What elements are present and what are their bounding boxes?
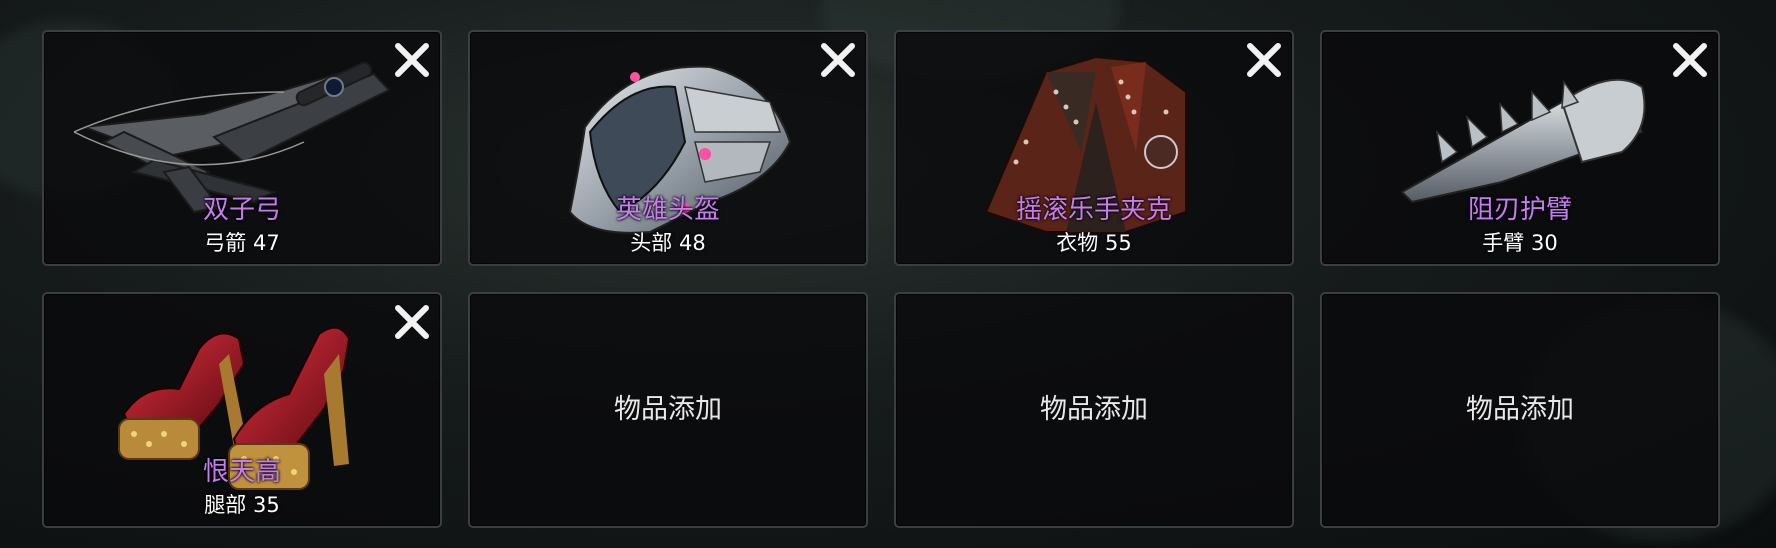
add-item-label: 物品添加 [1040,394,1148,425]
item-slot-helmet[interactable]: 英雄头盔 头部 48 [468,30,868,266]
close-icon[interactable] [390,38,434,82]
item-name: 英雄头盔 [615,195,720,225]
close-icon[interactable] [390,300,434,344]
empty-slot-add-item[interactable]: 物品添加 [894,292,1294,528]
inventory-grid: 双子弓 弓箭 47 英雄头盔 头部 48 摇滚乐手夹克 衣物 55 阻刃护臂 手… [42,30,1724,532]
add-item-label: 物品添加 [614,394,722,425]
item-slot-high-heels[interactable]: 恨天高 腿部 35 [42,292,442,528]
item-name: 阻刃护臂 [1467,195,1572,225]
empty-slot-add-item[interactable]: 物品添加 [468,292,868,528]
item-name: 双子弓 [202,195,281,225]
item-name: 恨天高 [202,457,281,487]
item-stat: 腿部 35 [204,493,280,517]
add-item-label: 物品添加 [1466,394,1574,425]
item-stat: 弓箭 47 [204,231,280,255]
item-name: 摇滚乐手夹克 [1015,195,1172,225]
item-stat: 手臂 30 [1482,231,1558,255]
close-icon[interactable] [1668,38,1712,82]
close-icon[interactable] [816,38,860,82]
item-slot-bracer[interactable]: 阻刃护臂 手臂 30 [1320,30,1720,266]
item-slot-jacket[interactable]: 摇滚乐手夹克 衣物 55 [894,30,1294,266]
item-stat: 头部 48 [630,231,706,255]
item-stat: 衣物 55 [1056,231,1132,255]
item-slot-crossbow[interactable]: 双子弓 弓箭 47 [42,30,442,266]
close-icon[interactable] [1242,38,1286,82]
empty-slot-add-item[interactable]: 物品添加 [1320,292,1720,528]
